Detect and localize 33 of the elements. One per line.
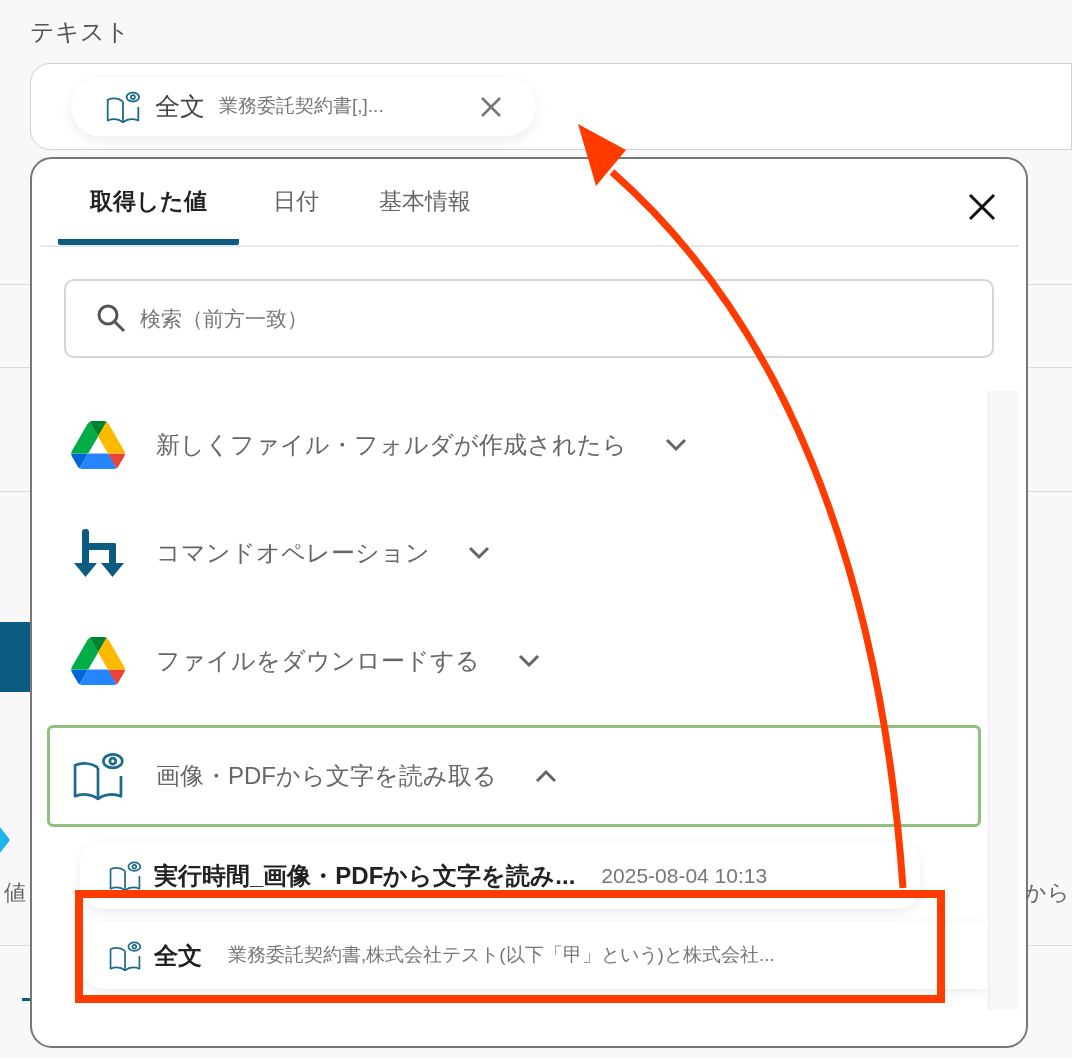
tab[interactable]: 日付 — [247, 163, 345, 245]
step-group[interactable]: 画像・PDFから文字を読み取る — [47, 725, 981, 827]
tab[interactable]: 基本情報 — [353, 163, 497, 245]
chip-name: 全文 — [155, 90, 205, 122]
step-name: 画像・PDFから文字を読み取る — [156, 761, 497, 791]
chevron-down-icon[interactable] — [665, 438, 687, 452]
step-name: コマンドオペレーション — [156, 538, 430, 568]
output-name: 実行時間_画像・PDFから文字を読み... — [154, 860, 576, 891]
section-description: 値 — [4, 878, 26, 907]
chevron-up-icon[interactable] — [535, 769, 557, 783]
close-icon[interactable] — [968, 193, 996, 221]
branch-arrows-icon — [72, 527, 124, 579]
chip-value: 業務委託契約書[,]... — [219, 94, 384, 119]
step-group[interactable]: コマンドオペレーション — [47, 499, 981, 607]
drive-icon — [71, 637, 125, 685]
step-name: ファイルをダウンロードする — [156, 646, 480, 676]
field-label: テキスト — [30, 17, 131, 47]
chevron-down-icon[interactable] — [468, 546, 490, 560]
step-group[interactable]: 新しくファイル・フォルダが作成されたら — [47, 391, 981, 499]
output-value: 業務委託契約書,株式会社テスト(以下「甲」という)と株式会社... — [228, 943, 775, 968]
search-icon — [96, 303, 126, 333]
diamond-icon — [0, 825, 12, 855]
text-field[interactable]: 全文 業務委託契約書[,]... — [30, 63, 1072, 150]
step-name: 新しくファイル・フォルダが作成されたら — [156, 430, 627, 460]
drive-icon — [71, 421, 125, 469]
tab[interactable]: 取得した値 — [58, 163, 239, 245]
chevron-down-icon[interactable] — [518, 654, 540, 668]
step-group[interactable]: ファイルをダウンロードする — [47, 607, 981, 715]
search-field[interactable]: 検索（前方一致） — [64, 279, 994, 358]
output-value: 2025-08-04 10:13 — [601, 862, 768, 889]
value-chip[interactable]: 全文 業務委託契約書[,]... — [71, 77, 536, 136]
output-name: 全文 — [154, 940, 202, 971]
output-item[interactable]: 全文 業務委託契約書,株式会社テスト(以下「甲」という)と株式会社... — [82, 922, 988, 989]
